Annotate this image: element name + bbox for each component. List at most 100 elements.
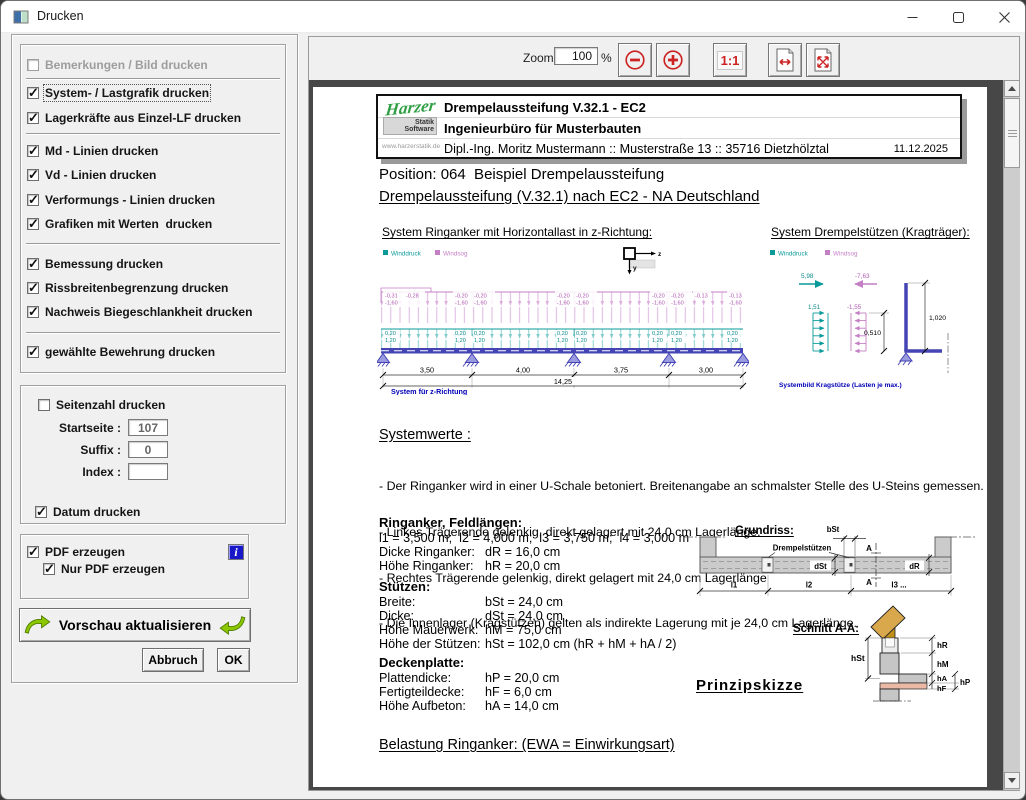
zoom-out-icon (624, 49, 646, 71)
extension-lines (700, 575, 951, 596)
diagram1-footer: System für z-Richtung (391, 387, 467, 395)
suffix-input[interactable] (128, 441, 168, 458)
spec-value: hR = 20,0 cm (485, 559, 560, 573)
checkbox-datum[interactable]: Datum drucken (35, 505, 140, 519)
checkbox-nur-pdf[interactable]: Nur PDF erzeugen (43, 562, 165, 576)
checkbox-rissbreiten[interactable]: Rissbreitenbegrenzung drucken (27, 281, 228, 295)
checkbox-label: Seitenzahl drucken (56, 398, 165, 412)
scrollbar-thumb[interactable] (1004, 98, 1020, 168)
divider (378, 138, 960, 139)
one-to-one-icon: 1:1 (717, 51, 744, 70)
spec-label: Höhe der Stützen: (379, 637, 485, 651)
svg-text:1,20: 1,20 (652, 338, 663, 344)
abbruch-button[interactable]: Abbruch (142, 648, 204, 672)
spec-value: hM = 75,0 cm (485, 623, 562, 637)
svg-text:3,00: 3,00 (699, 365, 713, 374)
button-label: OK (225, 653, 243, 667)
checkbox-label: System- / Lastgrafik drucken (45, 86, 209, 100)
logo-subtitle: Statik Software (383, 117, 437, 135)
axis-z-label: z (658, 251, 662, 258)
fit-page-button[interactable] (806, 43, 840, 77)
minimize-button[interactable] (889, 1, 935, 33)
winddruck-ladder (813, 313, 828, 351)
checkbox-label: Vd - Linien drucken (45, 168, 156, 182)
point-load-winddruck: 5,98 (801, 273, 814, 280)
mauerwerk-column (880, 653, 899, 674)
svg-text:-1,60: -1,60 (455, 301, 468, 307)
ha-label: hA (937, 674, 948, 683)
zoom-percent-label: % (601, 51, 612, 65)
zoom-one-to-one-button[interactable]: 1:1 (713, 43, 747, 77)
spec-row: Höhe Mauerwerk: hM = 75,0 cm (379, 623, 562, 637)
preview-scrollbar[interactable] (1003, 80, 1020, 790)
checkbox-label: Bemerkungen / Bild drucken (45, 58, 208, 72)
checkbox-label: PDF erzeugen (45, 545, 125, 559)
checkbox-box (27, 59, 39, 71)
pdf-info-button[interactable]: i (228, 544, 244, 560)
checkbox-nachweis-biegeschlankheit[interactable]: Nachweis Biegeschlankheit drucken (27, 305, 252, 319)
checkbox-label: Nachweis Biegeschlankheit drucken (45, 305, 252, 319)
svg-text:-1,60: -1,60 (671, 301, 684, 307)
diagram2-caption: System Drempelstützen (Kragträger): (771, 225, 970, 239)
zoom-input[interactable] (554, 47, 598, 65)
svg-text:-1,60: -1,60 (576, 301, 589, 307)
checkbox-seitenzahl[interactable]: Seitenzahl drucken (38, 398, 165, 412)
spec-row: Höhe Aufbeton: hA = 14,0 cm (379, 699, 559, 713)
checkbox-lagerkraefte[interactable]: Lagerkräfte aus Einzel-LF drucken (27, 111, 241, 125)
svg-text:4,00: 4,00 (516, 365, 530, 374)
wall-below (880, 689, 899, 701)
startseite-label: Startseite : (41, 421, 121, 435)
spec-label: Dicke Ringanker: (379, 545, 485, 559)
dim-full-height: 1,020 (929, 315, 946, 322)
checkbox-pdf-erzeugen[interactable]: PDF erzeugen (27, 545, 125, 559)
spec-value: dSt = 24,0 cm (485, 609, 563, 623)
checkbox-grafiken-werte[interactable]: Grafiken mit Werten drucken (27, 217, 212, 231)
window-title: Drucken (37, 9, 84, 23)
scrollbar-up-button[interactable] (1004, 80, 1020, 97)
checkbox-system-lastgrafik[interactable]: System- / Lastgrafik drucken (27, 86, 209, 100)
dim-half-height: 0,510 (864, 330, 881, 337)
dst-label: dSt (814, 562, 827, 571)
checkbox-bemessung[interactable]: Bemessung drucken (27, 257, 163, 271)
index-input[interactable] (128, 463, 168, 480)
checkbox-bewehrung[interactable]: gewählte Bewehrung drucken (27, 345, 215, 359)
checkbox-box (27, 346, 39, 358)
spec-label: Höhe Mauerwerk: (379, 623, 485, 637)
ok-button[interactable]: OK (217, 648, 250, 672)
checkbox-vd-linien[interactable]: Vd - Linien drucken (27, 168, 156, 182)
spec-row: Fertigteildecke: hF = 6,0 cm (379, 685, 552, 699)
info-icon: i (234, 545, 237, 560)
section-mark-a-top: A (866, 544, 872, 553)
separator (26, 78, 280, 80)
startseite-input[interactable] (128, 419, 168, 436)
vorschau-aktualisieren-button[interactable]: Vorschau aktualisieren (19, 608, 251, 642)
stuetzen-heading: Stützen: (379, 579, 430, 594)
svg-text:0,20: 0,20 (474, 331, 485, 337)
spec-label: Dicke: (379, 609, 485, 623)
checkbox-verformung[interactable]: Verformungs - Linien drucken (27, 193, 215, 207)
maximize-button[interactable] (935, 1, 981, 33)
zoom-in-button[interactable] (656, 43, 690, 77)
fit-width-icon (774, 48, 796, 72)
support-icon (463, 354, 479, 367)
sparren-rafter (871, 606, 905, 639)
header-product: Drempelaussteifung V.32.1 - EC2 (444, 100, 646, 115)
fit-width-button[interactable] (768, 43, 802, 77)
button-label: Vorschau aktualisieren (59, 617, 211, 633)
divider (378, 117, 960, 118)
spec-row: Dicke: dSt = 24,0 cm (379, 609, 563, 623)
scrollbar-down-button[interactable] (1004, 772, 1020, 789)
close-button[interactable] (981, 1, 1026, 33)
svg-text:3,50: 3,50 (420, 365, 434, 374)
systemwerte-heading: Systemwerte : (379, 427, 471, 443)
checkbox-md-linien[interactable]: Md - Linien drucken (27, 144, 158, 158)
checkbox-bemerkungen[interactable]: Bemerkungen / Bild drucken (27, 58, 208, 72)
legend-winddruck-label: Winddruck (391, 251, 422, 258)
spec-value: hP = 20,0 cm (485, 671, 559, 685)
maximize-icon (953, 12, 964, 23)
bullet-line: - Der Ringanker wird in einer U-Schale b… (379, 479, 984, 494)
checkbox-label: Grafiken mit Werten drucken (45, 217, 212, 231)
zoom-out-button[interactable] (618, 43, 652, 77)
section-mark-a-bottom: A (866, 578, 872, 587)
checkbox-box (27, 112, 39, 124)
